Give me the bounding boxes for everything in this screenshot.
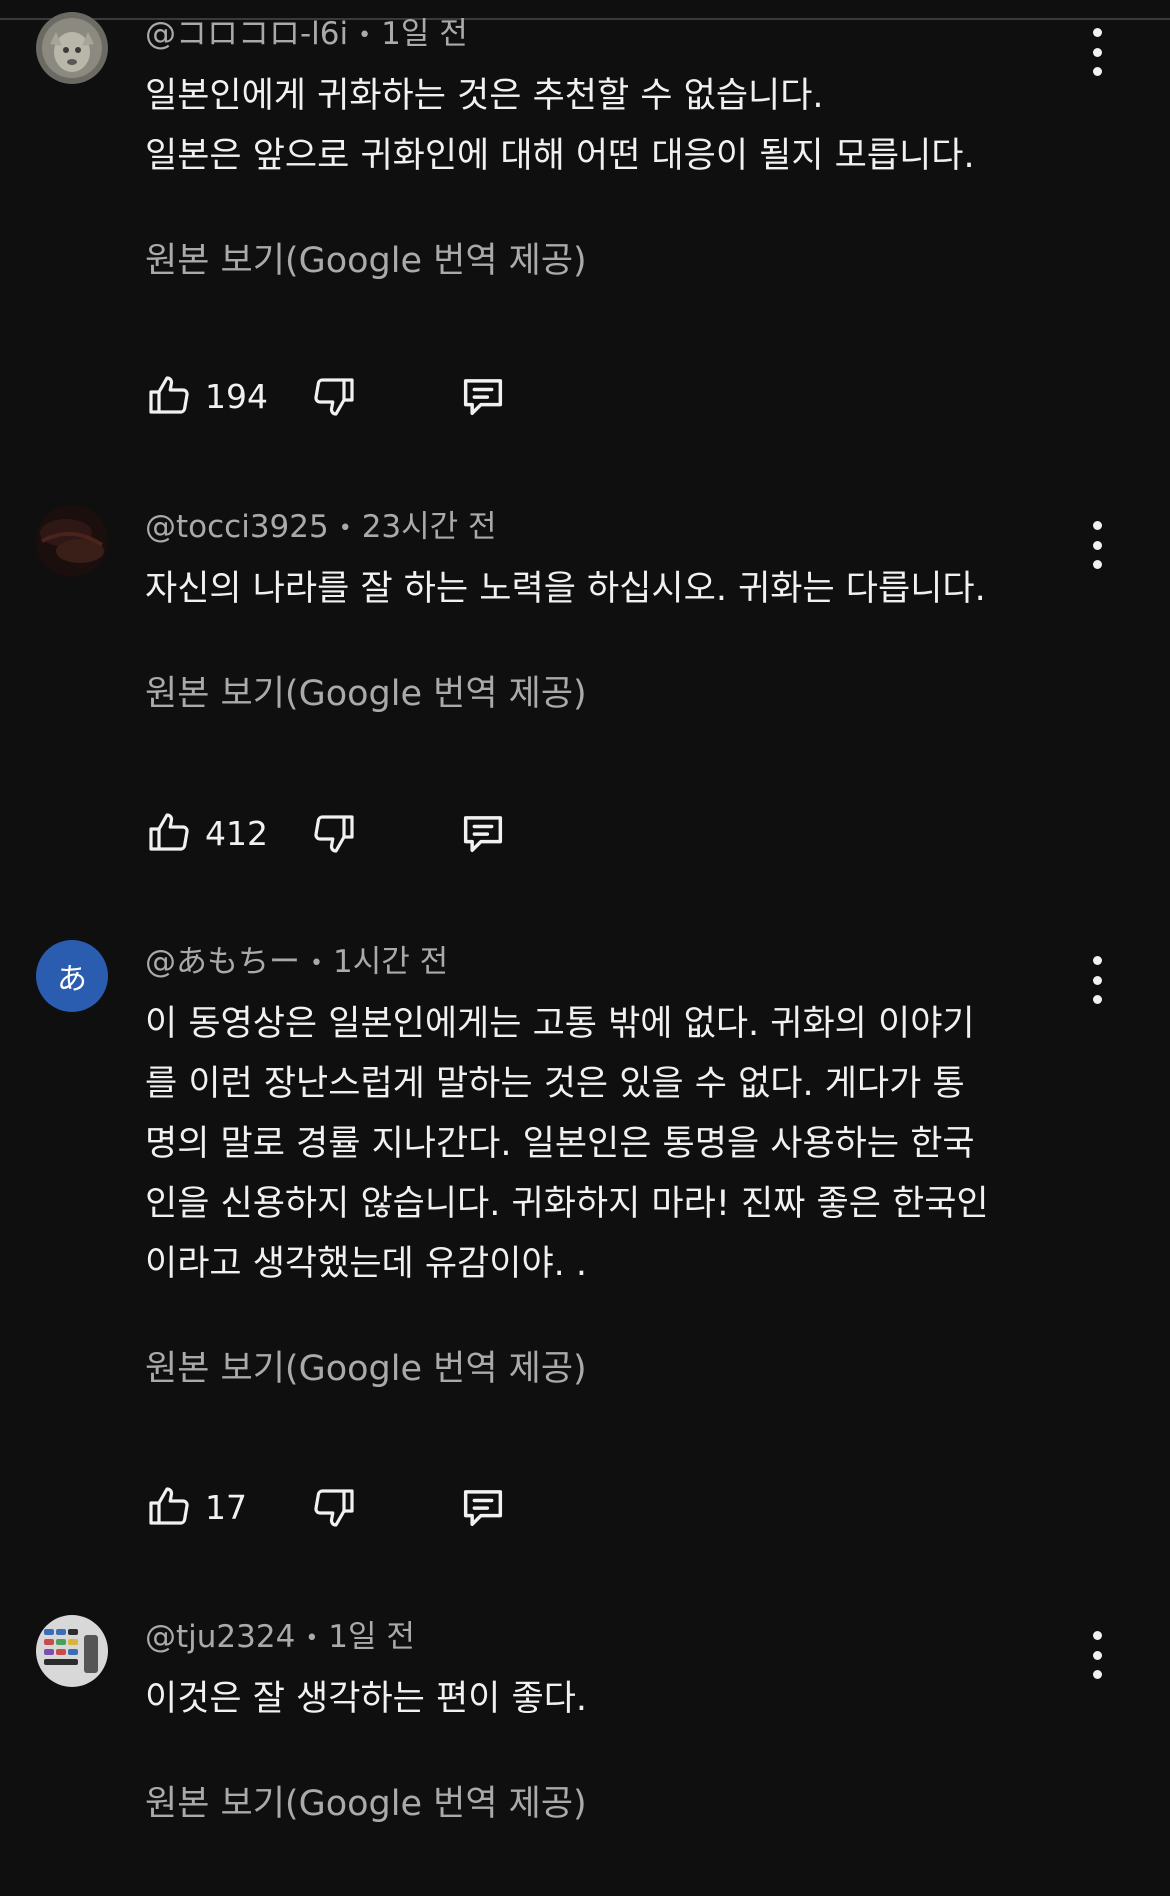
separator-dot: • [338,516,352,541]
comment-actions: 412 [145,807,565,859]
thumbs-up-icon [149,1487,189,1525]
reply-button[interactable] [457,1481,509,1533]
separator-dot: • [305,1626,319,1651]
author-handle[interactable]: @コロコロ-l6i [145,16,348,52]
reply-button[interactable] [457,370,509,422]
comment-actions: 194 [145,370,565,422]
comment-meta: @tju2324 • 1일 전 [145,1615,415,1659]
reply-button[interactable] [457,807,509,859]
avatar[interactable] [36,12,108,84]
like-count: 412 [205,813,268,853]
reply-icon [463,816,503,853]
comment-time[interactable]: 23시간 전 [362,509,497,545]
comment-text: 자신의 나라를 잘 하는 노력을 하십시오. 귀화는 다릅니다. [145,569,986,609]
like-button[interactable]: 412 [145,807,268,859]
comment-text: 이 동영상은 일본인에게는 고통 밖에 없다. 귀화의 이야기 를 이런 장난스… [145,1004,989,1284]
comment-time[interactable]: 1일 전 [381,16,468,52]
author-handle[interactable]: @tju2324 [145,1619,295,1655]
avatar-letter: あ [57,962,87,997]
like-button[interactable]: 194 [145,370,268,422]
see-original-link[interactable]: 원본 보기(Google 번역 제공) [145,232,587,283]
dislike-button[interactable] [310,807,358,859]
author-handle[interactable]: @tocci3925 [145,509,329,545]
comment-time[interactable]: 1시간 전 [333,944,448,980]
author-handle[interactable]: @あもちー [145,944,300,980]
keyboard-photo-avatar-icon [36,1615,108,1687]
thumbs-down-icon [314,815,354,853]
comment-meta: @コロコロ-l6i • 1일 전 [145,12,468,56]
separator-dot: • [310,951,323,976]
dislike-button[interactable] [310,370,358,422]
avatar[interactable]: あ [36,940,108,1012]
dark-photo-avatar-icon [36,505,108,577]
like-count: 17 [205,1487,247,1527]
avatar[interactable] [36,505,108,577]
like-button[interactable]: 17 [145,1481,247,1533]
thumbs-up-icon [149,813,189,851]
thumbs-down-icon [314,1489,354,1527]
thumbs-down-icon [314,378,354,416]
comment-text: 일본인에게 귀화하는 것은 추천할 수 없습니다. 일본은 앞으로 귀화인에 대… [145,76,975,176]
avatar[interactable] [36,1615,108,1687]
comment-time[interactable]: 1일 전 [328,1619,415,1655]
reply-icon [463,379,503,416]
see-original-link[interactable]: 원본 보기(Google 번역 제공) [145,1775,587,1826]
reply-icon [463,1490,503,1527]
separator-dot: • [358,23,372,48]
see-original-link[interactable]: 원본 보기(Google 번역 제공) [145,665,587,716]
like-count: 194 [205,376,268,416]
thumbs-up-icon [149,376,189,414]
dislike-button[interactable] [310,1481,358,1533]
comment-meta: @tocci3925 • 23시간 전 [145,505,497,549]
comment-actions: 17 [145,1481,565,1533]
comment-text: 이것은 잘 생각하는 편이 좋다. [145,1679,588,1719]
comment-meta: @あもちー • 1시간 전 [145,940,448,984]
cat-photo-avatar-icon [36,12,108,84]
see-original-link[interactable]: 원본 보기(Google 번역 제공) [145,1340,587,1391]
